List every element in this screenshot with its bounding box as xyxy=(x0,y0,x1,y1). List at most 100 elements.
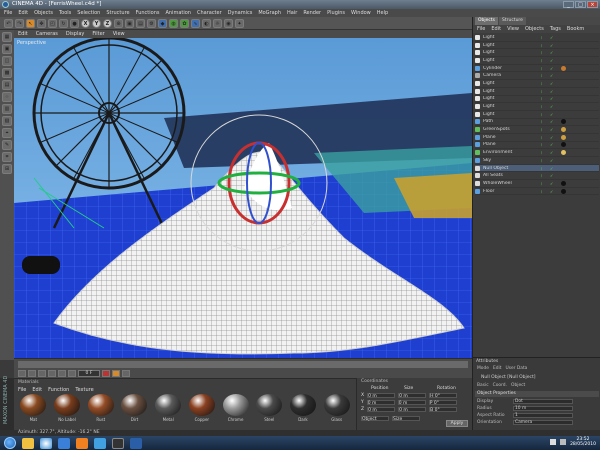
visibility-dots-icon[interactable]: ⁝ xyxy=(541,150,550,155)
enable-check-icon[interactable]: ✓ xyxy=(550,35,559,40)
viewport-menu-cameras[interactable]: Cameras xyxy=(36,30,58,38)
light-icon[interactable]: ✦ xyxy=(235,19,244,28)
coordinate-mode-select[interactable]: Object xyxy=(361,416,389,422)
tab-objects[interactable]: Objects xyxy=(475,17,499,25)
chrome-icon[interactable] xyxy=(40,437,52,449)
close-button[interactable]: × xyxy=(587,1,598,8)
enable-check-icon[interactable]: ✓ xyxy=(550,58,559,63)
menu-selection[interactable]: Selection xyxy=(77,9,100,17)
objects-menu-view[interactable]: View xyxy=(507,25,519,33)
objects-menu-bookmarks[interactable]: Bookm xyxy=(567,25,584,33)
attr-tab-basic[interactable]: Basic xyxy=(477,383,489,388)
play-backward-icon[interactable] xyxy=(38,370,46,377)
size-y-field[interactable]: 0 m xyxy=(397,400,426,406)
vlc-icon[interactable] xyxy=(76,437,88,449)
apply-button[interactable]: Apply xyxy=(446,420,468,427)
display-select[interactable]: Dot xyxy=(513,399,573,404)
menu-help[interactable]: Help xyxy=(377,9,388,17)
object-properties-section[interactable]: Object Properties xyxy=(475,391,599,397)
material-swatch[interactable]: Dark xyxy=(288,394,319,424)
object-tag-icon[interactable] xyxy=(561,180,566,186)
menu-tools[interactable]: Tools xyxy=(59,9,71,17)
enable-check-icon[interactable]: ✓ xyxy=(550,81,559,86)
start-button-icon[interactable] xyxy=(4,437,16,449)
ie-icon[interactable] xyxy=(130,437,142,449)
enable-check-icon[interactable]: ✓ xyxy=(550,166,559,171)
material-swatch[interactable]: Chrome xyxy=(220,394,251,424)
visibility-dots-icon[interactable]: ⁝ xyxy=(541,73,550,78)
enable-check-icon[interactable]: ✓ xyxy=(550,142,559,147)
object-list-item[interactable]: Light ⁝ ✓ xyxy=(475,57,599,65)
objects-menu-tags[interactable]: Tags xyxy=(550,25,561,33)
orientation-select[interactable]: Camera xyxy=(513,420,573,425)
object-list-item[interactable]: Light ⁝ ✓ xyxy=(475,34,599,42)
materials-menu-file[interactable]: File xyxy=(18,387,26,393)
object-tag-icon[interactable] xyxy=(561,134,566,140)
workplane-mode-icon[interactable]: ▤ xyxy=(2,80,12,90)
enable-check-icon[interactable]: ✓ xyxy=(550,135,559,140)
coordinate-system-icon[interactable]: ⊕ xyxy=(114,19,123,28)
visibility-dots-icon[interactable]: ⁝ xyxy=(541,50,550,55)
materials-menu-texture[interactable]: Texture xyxy=(75,387,93,393)
object-list-item[interactable]: Path ⁝ ✓ xyxy=(475,119,599,127)
menu-file[interactable]: File xyxy=(4,9,12,17)
enable-check-icon[interactable]: ✓ xyxy=(550,43,559,48)
autokey-icon[interactable] xyxy=(112,370,120,377)
viewport-menu-display[interactable]: Display xyxy=(66,30,84,38)
object-list-item[interactable]: Plane ⁝ ✓ xyxy=(475,142,599,150)
visibility-dots-icon[interactable]: ⁝ xyxy=(541,58,550,63)
recent-tool-icon[interactable]: ● xyxy=(70,19,79,28)
position-y-field[interactable]: 0 m xyxy=(366,400,395,406)
minimize-button[interactable]: _ xyxy=(563,1,574,8)
z-axis-lock-icon[interactable]: Z xyxy=(103,19,112,28)
system-clock[interactable]: 23:52 28/05/2010 xyxy=(570,437,596,447)
size-z-field[interactable]: 0 m xyxy=(398,407,427,413)
play-forward-icon[interactable] xyxy=(48,370,56,377)
rotation-h-field[interactable]: H 0° xyxy=(429,393,458,399)
object-tag-icon[interactable] xyxy=(561,150,566,156)
object-list-item[interactable]: Environment ⁝ ✓ xyxy=(475,149,599,157)
enable-check-icon[interactable]: ✓ xyxy=(550,173,559,178)
visibility-dots-icon[interactable]: ⁝ xyxy=(541,135,550,140)
explorer-icon[interactable] xyxy=(22,437,34,449)
material-swatch[interactable]: Steel xyxy=(254,394,285,424)
attr-tab-coord[interactable]: Coord. xyxy=(493,383,507,388)
menu-hair[interactable]: Hair xyxy=(287,9,297,17)
camera-icon[interactable]: ◉ xyxy=(224,19,233,28)
messenger-icon[interactable] xyxy=(94,437,106,449)
visibility-dots-icon[interactable]: ⁝ xyxy=(541,89,550,94)
rotation-p-field[interactable]: P 0° xyxy=(428,400,457,406)
visibility-dots-icon[interactable]: ⁝ xyxy=(541,142,550,147)
material-swatch[interactable]: Metal xyxy=(153,394,184,424)
axis-mode-icon[interactable]: ⌖ xyxy=(2,128,12,138)
size-x-field[interactable]: 0 m xyxy=(398,393,427,399)
object-tag-icon[interactable] xyxy=(561,65,566,71)
visibility-dots-icon[interactable]: ⁝ xyxy=(541,127,550,132)
menu-plugins[interactable]: Plugins xyxy=(327,9,345,17)
nurbs-icon[interactable]: ◍ xyxy=(169,19,178,28)
object-tag-icon[interactable] xyxy=(561,142,566,148)
visibility-dots-icon[interactable]: ⁝ xyxy=(541,35,550,40)
aspect-ratio-field[interactable]: 1 xyxy=(513,413,573,418)
layout-icon[interactable]: ⊞ xyxy=(2,164,12,174)
menu-edit[interactable]: Edit xyxy=(18,9,28,17)
enable-check-icon[interactable]: ✓ xyxy=(550,73,559,78)
position-x-field[interactable]: 0 m xyxy=(367,393,396,399)
snap-icon[interactable]: ⌗ xyxy=(2,152,12,162)
spline-icon[interactable]: ∿ xyxy=(191,19,200,28)
objects-menu-file[interactable]: File xyxy=(477,25,485,33)
object-list-item[interactable]: GreenSpots ⁝ ✓ xyxy=(475,126,599,134)
object-mode-icon[interactable]: ◫ xyxy=(2,56,12,66)
perspective-viewport[interactable]: Perspective xyxy=(14,38,472,358)
objects-menu-edit[interactable]: Edit xyxy=(491,25,501,33)
object-list-item[interactable]: Light ⁝ ✓ xyxy=(475,88,599,96)
visibility-dots-icon[interactable]: ⁝ xyxy=(541,43,550,48)
undo-icon[interactable]: ↶ xyxy=(4,19,13,28)
menu-character[interactable]: Character xyxy=(197,9,222,17)
enable-check-icon[interactable]: ✓ xyxy=(550,158,559,163)
visibility-dots-icon[interactable]: ⁝ xyxy=(541,158,550,163)
texture-mode-icon[interactable]: ▩ xyxy=(2,68,12,78)
material-swatch[interactable]: Rust xyxy=(85,394,116,424)
object-list-item[interactable]: Plane ⁝ ✓ xyxy=(475,134,599,142)
edges-mode-icon[interactable]: ▥ xyxy=(2,104,12,114)
